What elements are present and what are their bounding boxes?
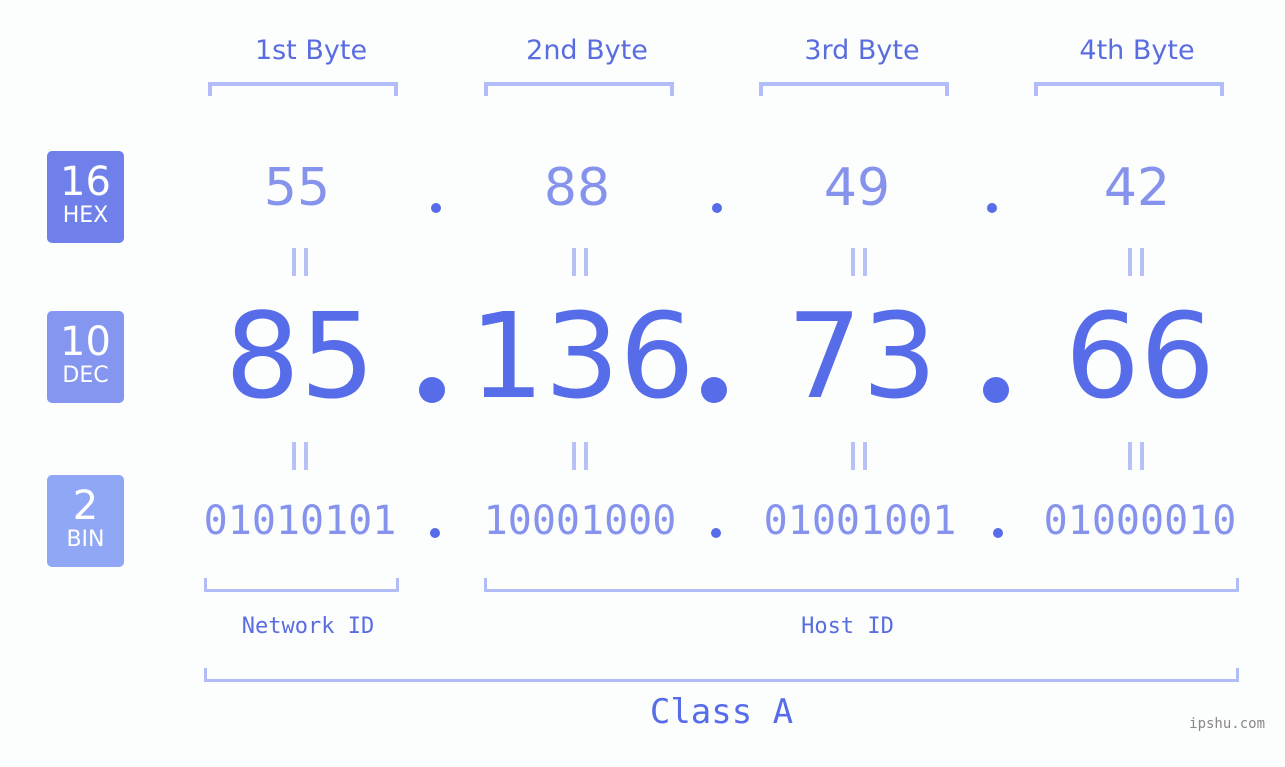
dec-value-2: 136 bbox=[469, 287, 695, 425]
equals-icon bbox=[292, 248, 308, 276]
equals-icon bbox=[1128, 248, 1144, 276]
equals-icon bbox=[851, 248, 867, 276]
watermark: ipshu.com bbox=[1189, 716, 1265, 732]
hex-badge: 16 HEX bbox=[47, 151, 124, 243]
byte-header-3: 3rd Byte bbox=[804, 35, 920, 66]
hex-separator-dot bbox=[431, 203, 441, 213]
bin-base-number: 2 bbox=[72, 483, 99, 529]
bin-badge: 2 BIN bbox=[47, 475, 124, 567]
bin-separator-dot bbox=[711, 528, 721, 538]
byte-bracket-2 bbox=[484, 82, 674, 96]
bin-value-1: 01010101 bbox=[203, 498, 397, 544]
byte-header-2: 2nd Byte bbox=[526, 35, 648, 66]
bin-separator-dot bbox=[430, 528, 440, 538]
class-bracket bbox=[204, 668, 1239, 682]
bin-value-4: 01000010 bbox=[1043, 498, 1237, 544]
bin-value-2: 10001000 bbox=[483, 498, 677, 544]
byte-bracket-3 bbox=[759, 82, 949, 96]
dec-base-label: DEC bbox=[62, 363, 109, 388]
hex-separator-dot bbox=[987, 203, 997, 213]
dec-badge: 10 DEC bbox=[47, 311, 124, 403]
dec-value-4: 66 bbox=[1064, 287, 1216, 425]
network-id-label: Network ID bbox=[241, 614, 375, 639]
dec-base-number: 10 bbox=[60, 319, 111, 365]
hex-base-number: 16 bbox=[60, 159, 111, 205]
byte-bracket-4 bbox=[1034, 82, 1224, 96]
dec-separator-dot bbox=[419, 377, 445, 403]
hex-separator-dot bbox=[712, 203, 722, 213]
equals-icon bbox=[851, 442, 867, 470]
dec-separator-dot bbox=[983, 377, 1009, 403]
hex-base-label: HEX bbox=[62, 203, 109, 228]
equals-icon bbox=[572, 442, 588, 470]
network-id-bracket bbox=[204, 578, 399, 592]
byte-bracket-1 bbox=[208, 82, 398, 96]
ip-class-label: Class A bbox=[649, 692, 794, 732]
dec-value-3: 73 bbox=[786, 287, 938, 425]
dec-separator-dot bbox=[701, 377, 727, 403]
equals-icon bbox=[1128, 442, 1144, 470]
hex-value-4: 42 bbox=[1103, 158, 1171, 218]
equals-icon bbox=[292, 442, 308, 470]
hex-value-1: 55 bbox=[263, 158, 331, 218]
byte-header-4: 4th Byte bbox=[1079, 35, 1195, 66]
dec-value-1: 85 bbox=[224, 287, 376, 425]
hex-value-2: 88 bbox=[543, 158, 611, 218]
host-id-bracket bbox=[484, 578, 1239, 592]
equals-icon bbox=[572, 248, 588, 276]
byte-header-1: 1st Byte bbox=[254, 35, 368, 66]
bin-separator-dot bbox=[993, 528, 1003, 538]
hex-value-3: 49 bbox=[823, 158, 891, 218]
bin-value-3: 01001001 bbox=[763, 498, 957, 544]
bin-base-label: BIN bbox=[66, 527, 105, 552]
host-id-label: Host ID bbox=[801, 614, 894, 639]
